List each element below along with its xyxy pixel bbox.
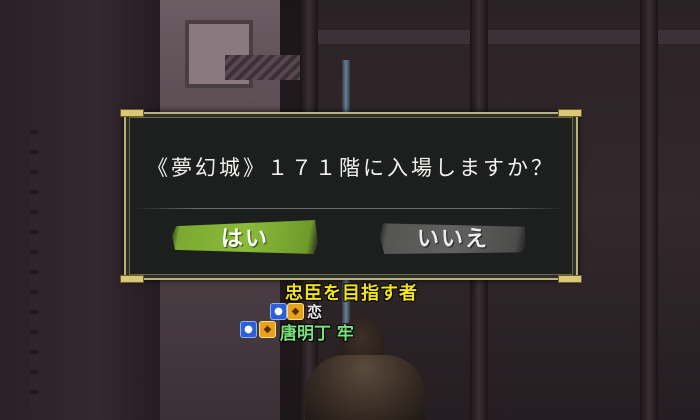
guild-blue-icon: ●	[270, 303, 287, 320]
player-blue-icon: ●	[240, 321, 257, 338]
background-post	[640, 0, 658, 420]
yes-button[interactable]: はい	[172, 220, 318, 254]
player-character[interactable]	[305, 355, 425, 420]
confirm-dialog: 《夢幻城》１７１階に入場しますか？ はい いいえ	[120, 109, 582, 283]
guild-orange-icon: ◆	[287, 303, 304, 320]
character-name-tags: 忠臣を目指す者 ● ◆ 恋 ● ◆ 唐明丁 牢	[230, 275, 450, 345]
player-orange-icon: ◆	[259, 321, 276, 338]
dialog-message: 《夢幻城》１７１階に入場しますか？	[147, 156, 555, 180]
dialog-corner-ornament	[558, 275, 582, 283]
no-button[interactable]: いいえ	[380, 223, 526, 254]
character-title: 忠臣を目指す者	[285, 283, 418, 304]
dialog-divider	[134, 208, 566, 209]
dialog-corner-ornament	[120, 109, 144, 117]
character-name: 唐明丁 牢	[280, 324, 354, 344]
dialog-corner-ornament	[558, 109, 582, 117]
game-scene: 忠臣を目指す者 ● ◆ 恋 ● ◆ 唐明丁 牢 《夢幻城》１７１階に入場しますか…	[0, 0, 700, 420]
dialog-corner-ornament	[120, 275, 144, 283]
